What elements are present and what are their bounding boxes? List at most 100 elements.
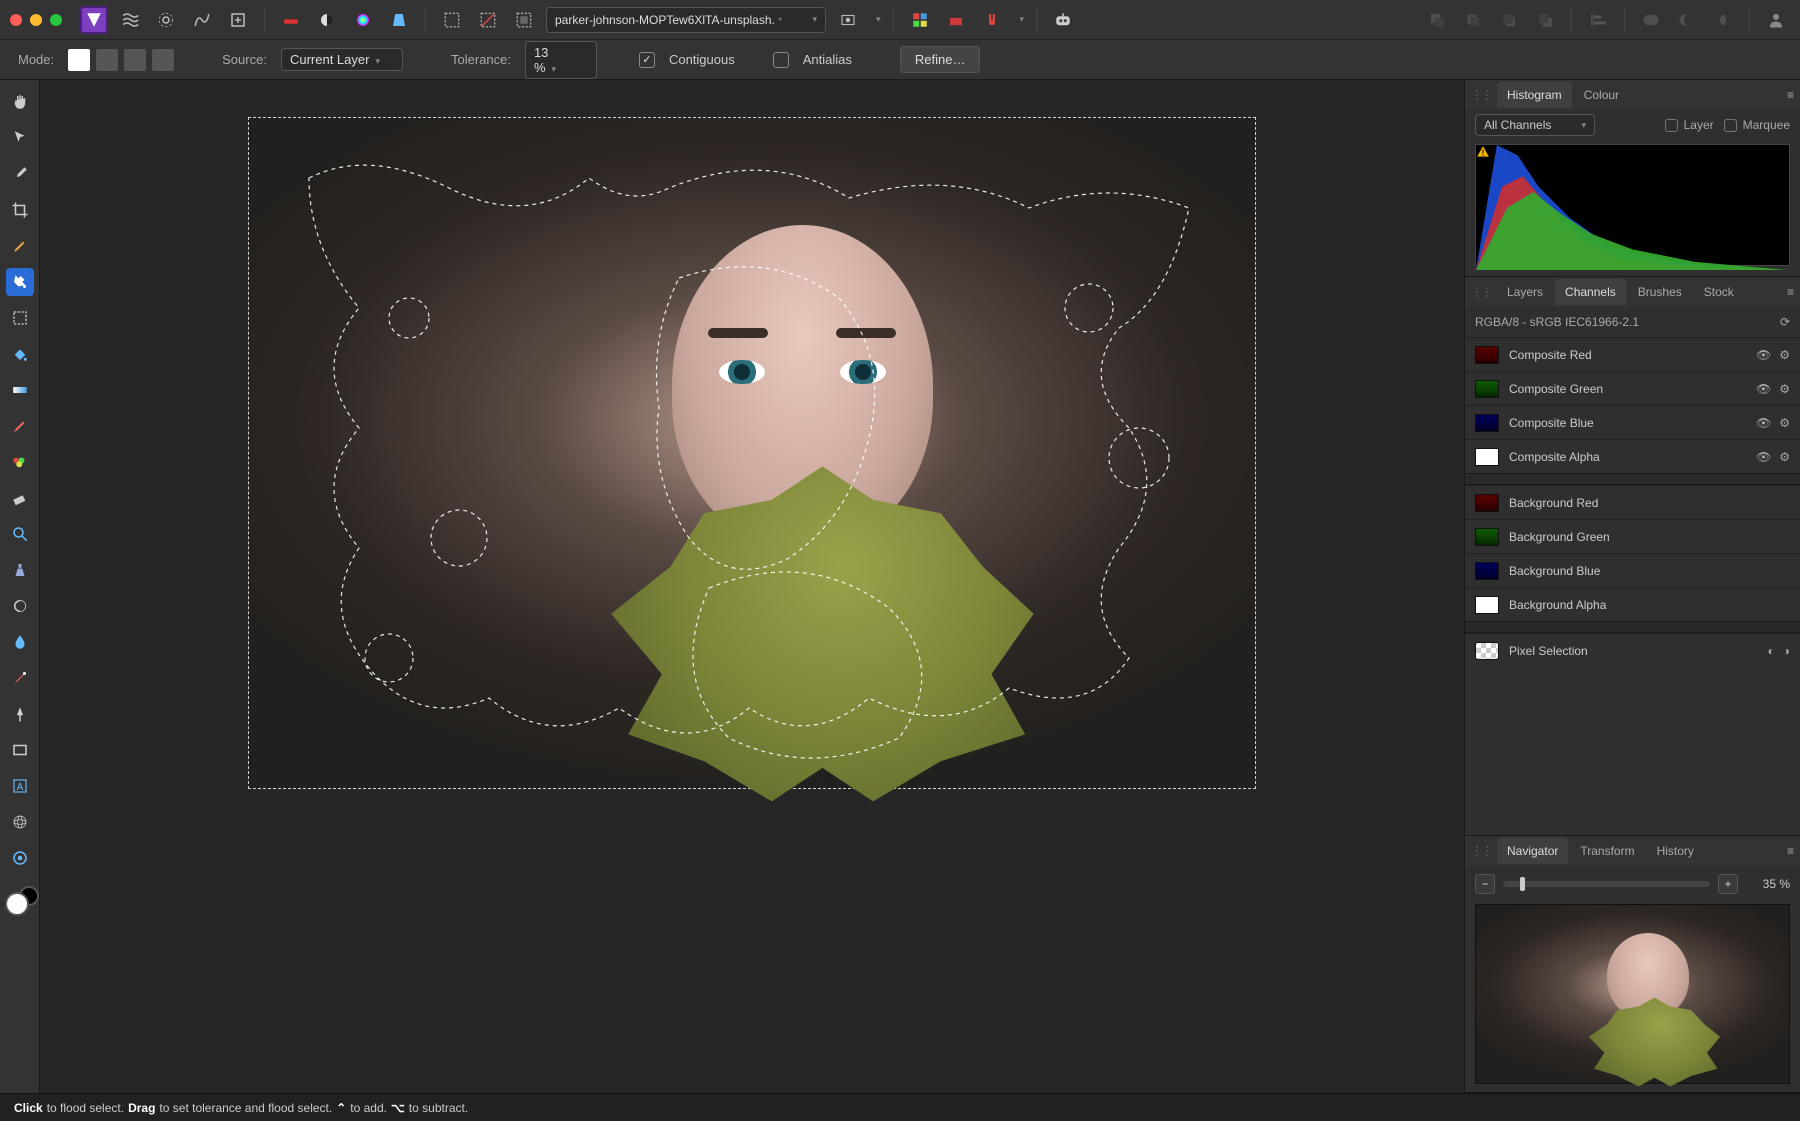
tool-hand-icon[interactable]	[6, 88, 34, 116]
hist-marquee-checkbox[interactable]: Marquee	[1724, 118, 1790, 132]
maximize-window[interactable]	[50, 14, 62, 26]
document-canvas[interactable]	[249, 118, 1255, 788]
tool-crop-icon[interactable]	[6, 196, 34, 224]
histogram-channel-select[interactable]: All Channels▾	[1475, 114, 1595, 136]
icc-icon[interactable]	[277, 6, 305, 34]
close-window[interactable]	[10, 14, 22, 26]
panel-grip-icon[interactable]: ⋮⋮	[1471, 88, 1491, 102]
tool-clone-icon[interactable]	[6, 556, 34, 584]
persona-photo-icon[interactable]	[80, 6, 108, 34]
tool-view-icon[interactable]	[6, 844, 34, 872]
persona-export-icon[interactable]	[224, 6, 252, 34]
edit-icon[interactable]: ⚙	[1779, 450, 1790, 464]
record-macro-icon[interactable]	[834, 6, 862, 34]
account-icon[interactable]	[1762, 6, 1790, 34]
antialias-checkbox[interactable]	[773, 52, 789, 68]
tolerance-input[interactable]: 13 %▾	[525, 41, 597, 79]
zoom-in-button[interactable]: +	[1718, 874, 1738, 894]
visibility-icon[interactable]: 👁	[1756, 382, 1771, 396]
swatches-icon[interactable]	[906, 6, 934, 34]
colour-swatches[interactable]	[5, 888, 35, 918]
adjustment-hue-icon[interactable]	[349, 6, 377, 34]
panel-menu-icon[interactable]: ≡	[1787, 285, 1794, 299]
channel-composite-green[interactable]: Composite Green👁⚙	[1465, 371, 1800, 405]
tool-flood-select-icon[interactable]	[6, 268, 34, 296]
persona-tone-icon[interactable]	[188, 6, 216, 34]
refresh-icon[interactable]: ⟳	[1780, 315, 1790, 329]
channel-composite-red[interactable]: Composite Red👁⚙	[1465, 337, 1800, 371]
channel-pixel-selection[interactable]: Pixel Selection◐◑	[1465, 633, 1800, 667]
auto-levels-icon[interactable]	[385, 6, 413, 34]
invert-selection-icon[interactable]	[510, 6, 538, 34]
tab-channels[interactable]: Channels	[1555, 279, 1626, 305]
tab-brushes[interactable]: Brushes	[1628, 279, 1692, 305]
source-select[interactable]: Current Layer▾	[281, 48, 403, 71]
tool-paintbrush-icon[interactable]	[6, 412, 34, 440]
contiguous-checkbox[interactable]: ✓	[639, 52, 655, 68]
edit-icon[interactable]: ⚙	[1779, 382, 1790, 396]
visibility-icon[interactable]: 👁	[1756, 416, 1771, 430]
channel-background-blue[interactable]: Background Blue	[1465, 553, 1800, 587]
tab-history[interactable]: History	[1647, 838, 1704, 864]
channel-composite-alpha[interactable]: Composite Alpha👁⚙	[1465, 439, 1800, 473]
adjustment-bw-icon[interactable]	[313, 6, 341, 34]
zoom-slider[interactable]	[1503, 881, 1710, 887]
edit-icon[interactable]: ⚙	[1779, 348, 1790, 362]
visibility-icon[interactable]: 👁	[1756, 348, 1771, 362]
tool-pen-icon[interactable]	[6, 700, 34, 728]
geometry-subtract-icon[interactable]	[1673, 6, 1701, 34]
channel-composite-blue[interactable]: Composite Blue👁⚙	[1465, 405, 1800, 439]
persona-develop-icon[interactable]	[152, 6, 180, 34]
mode-subtract[interactable]	[124, 49, 146, 71]
align-icon[interactable]	[1584, 6, 1612, 34]
tool-selection-brush-icon[interactable]	[6, 232, 34, 260]
geometry-intersect-icon[interactable]	[1709, 6, 1737, 34]
channel-background-alpha[interactable]: Background Alpha	[1465, 587, 1800, 621]
dropdown-icon[interactable]: ▾	[876, 14, 881, 25]
tool-inpaint-icon[interactable]	[6, 664, 34, 692]
tool-paint-mixer-icon[interactable]	[6, 448, 34, 476]
tab-navigator[interactable]: Navigator	[1497, 838, 1568, 864]
minimize-window[interactable]	[30, 14, 42, 26]
arrange-backward-icon[interactable]	[1459, 6, 1487, 34]
geometry-add-icon[interactable]	[1637, 6, 1665, 34]
tool-mesh-icon[interactable]	[6, 808, 34, 836]
mode-new[interactable]	[68, 49, 90, 71]
tab-colour[interactable]: Colour	[1574, 82, 1629, 108]
persona-liquify-icon[interactable]	[116, 6, 144, 34]
tool-eraser-icon[interactable]	[6, 484, 34, 512]
panel-grip-icon[interactable]: ⋮⋮	[1471, 844, 1491, 858]
refine-button[interactable]: Refine…	[900, 46, 981, 73]
tab-layers[interactable]: Layers	[1497, 279, 1553, 305]
navigator-thumbnail[interactable]	[1475, 904, 1790, 1084]
tool-gradient-icon[interactable]	[6, 376, 34, 404]
assistant-icon[interactable]	[1049, 6, 1077, 34]
tab-histogram[interactable]: Histogram	[1497, 82, 1572, 108]
tool-flood-fill-icon[interactable]	[6, 340, 34, 368]
fill-colour-icon[interactable]	[942, 6, 970, 34]
arrange-back-icon[interactable]	[1423, 6, 1451, 34]
selection-invert-icon[interactable]: ◑	[1783, 644, 1790, 658]
arrange-forward-icon[interactable]	[1495, 6, 1523, 34]
hist-layer-checkbox[interactable]: Layer	[1665, 118, 1714, 132]
canvas-area[interactable]	[40, 80, 1464, 1093]
edit-icon[interactable]: ⚙	[1779, 416, 1790, 430]
dropdown-icon[interactable]: ▾	[1020, 14, 1025, 25]
zoom-out-button[interactable]: −	[1475, 874, 1495, 894]
panel-menu-icon[interactable]: ≡	[1787, 88, 1794, 102]
tool-colour-picker-icon[interactable]	[6, 160, 34, 188]
arrange-front-icon[interactable]	[1531, 6, 1559, 34]
selection-mask-icon[interactable]: ◐	[1768, 644, 1775, 658]
deselect-icon[interactable]	[474, 6, 502, 34]
select-all-icon[interactable]	[438, 6, 466, 34]
tool-dodge-icon[interactable]	[6, 592, 34, 620]
panel-menu-icon[interactable]: ≡	[1787, 844, 1794, 858]
tool-rectangle-icon[interactable]	[6, 736, 34, 764]
channel-background-green[interactable]: Background Green	[1465, 519, 1800, 553]
mode-intersect[interactable]	[152, 49, 174, 71]
visibility-icon[interactable]: 👁	[1756, 450, 1771, 464]
snapping-icon[interactable]	[978, 6, 1006, 34]
tool-zoom-icon[interactable]	[6, 520, 34, 548]
tool-blur-icon[interactable]	[6, 628, 34, 656]
panel-grip-icon[interactable]: ⋮⋮	[1471, 285, 1491, 299]
